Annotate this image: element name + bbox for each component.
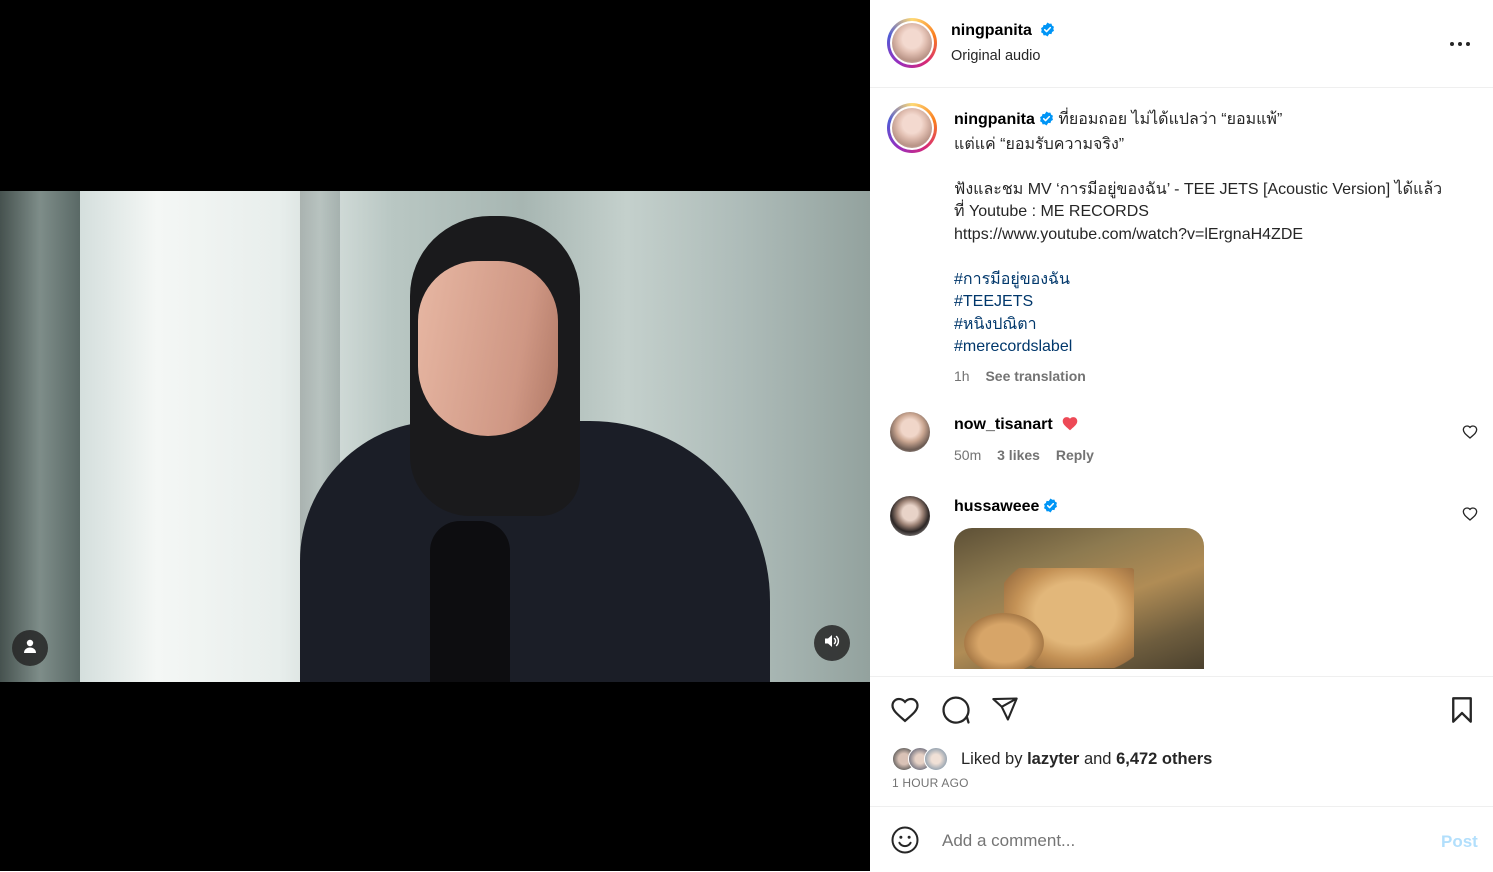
comment-username[interactable]: now_tisanart — [954, 416, 1053, 433]
comment-username[interactable]: hussaweee — [954, 498, 1039, 515]
heart-emoji — [1061, 416, 1079, 433]
likes-conjunction: and — [1083, 750, 1112, 768]
post-caption: ningpanita ที่ยอมถอย ไม่ได้แปลว่า “ยอมแพ… — [954, 109, 1464, 387]
comment-gif-image[interactable] — [954, 528, 1204, 669]
caption-meta: 1h See translation — [954, 365, 1464, 388]
comment-avatar[interactable] — [890, 496, 930, 536]
caption-author-avatar[interactable] — [887, 103, 937, 153]
hashtag-link[interactable]: #หนิงปณิตา — [954, 314, 1464, 337]
comment-like-heart-icon[interactable] — [1462, 506, 1478, 527]
liker-username[interactable]: lazyter — [1027, 750, 1079, 768]
comment-like-heart-icon[interactable] — [1462, 424, 1478, 445]
post-time[interactable]: 1h — [954, 368, 970, 384]
verified-badge-icon — [1039, 111, 1054, 134]
more-options-icon[interactable] — [1448, 34, 1472, 59]
speaker-icon — [823, 632, 841, 655]
likes-summary: Liked by lazyter and 6,472 others — [961, 750, 1212, 769]
liked-by-text: Liked by — [961, 750, 1023, 768]
post-actions-bar: Liked by lazyter and 6,472 others 1 HOUR… — [870, 676, 1493, 790]
caption-author-username[interactable]: ningpanita — [954, 111, 1035, 128]
post-media — [0, 0, 870, 871]
post-comment-button[interactable]: Post — [1441, 832, 1478, 852]
emoji-icon[interactable] — [890, 825, 920, 860]
person-face — [418, 261, 558, 436]
cougar-cub — [964, 613, 1044, 669]
likers-avatars[interactable] — [892, 747, 956, 771]
reply-button[interactable]: Reply — [1056, 447, 1094, 463]
comment-meta: 50m 3 likes Reply — [954, 447, 1094, 463]
caption-line: ที่ Youtube : ME RECORDS — [954, 203, 1149, 220]
author-avatar[interactable] — [887, 18, 937, 68]
hashtag-link[interactable]: #merecordslabel — [954, 336, 1464, 359]
video-player[interactable] — [0, 191, 870, 682]
comment-avatar[interactable] — [890, 412, 930, 452]
curtain-left — [0, 191, 80, 682]
caption-line: ฟังและชม MV ‘การมีอยู่ของฉัน’ - TEE JETS… — [954, 180, 1443, 198]
author-username[interactable]: ningpanita — [951, 22, 1032, 39]
likes-others[interactable]: 6,472 others — [1116, 750, 1212, 768]
tagged-users-button[interactable] — [12, 630, 48, 666]
comment-likes[interactable]: 3 likes — [997, 447, 1040, 463]
see-translation-button[interactable]: See translation — [985, 368, 1085, 384]
bookmark-icon[interactable] — [1448, 695, 1476, 730]
caption-link[interactable]: https://www.youtube.com/watch?v=lErgnaH4… — [954, 224, 1464, 247]
share-icon[interactable] — [990, 695, 1020, 728]
hashtag-link[interactable]: #การมีอยู่ของฉัน — [954, 269, 1464, 292]
comment-icon[interactable] — [941, 695, 971, 730]
audio-label[interactable]: Original audio — [951, 48, 1040, 64]
author-name-row: ningpanita — [951, 22, 1055, 42]
post-header: ningpanita Original audio — [870, 0, 1493, 88]
hashtag-link[interactable]: #TEEJETS — [954, 291, 1464, 314]
caption-line: แต่แค่ “ยอมรับความจริง” — [954, 135, 1125, 153]
post-timestamp[interactable]: 1 HOUR AGO — [892, 776, 969, 790]
post-side-panel: ningpanita Original audio ningpanita ที่… — [870, 0, 1493, 871]
comment-row: hussaweee — [954, 498, 1058, 518]
verified-badge-icon — [1043, 498, 1058, 518]
heart-icon[interactable] — [890, 695, 920, 728]
person-top — [430, 521, 510, 682]
comment-row: now_tisanart — [954, 415, 1079, 434]
verified-badge-icon — [1040, 22, 1055, 42]
user-icon — [22, 638, 38, 659]
comment-composer: Post — [870, 806, 1493, 872]
mute-button[interactable] — [814, 625, 850, 661]
comment-time[interactable]: 50m — [954, 447, 981, 463]
comment-input[interactable] — [940, 827, 1404, 855]
caption-line: ที่ยอมถอย ไม่ได้แปลว่า “ยอมแพ้” — [1058, 111, 1283, 128]
